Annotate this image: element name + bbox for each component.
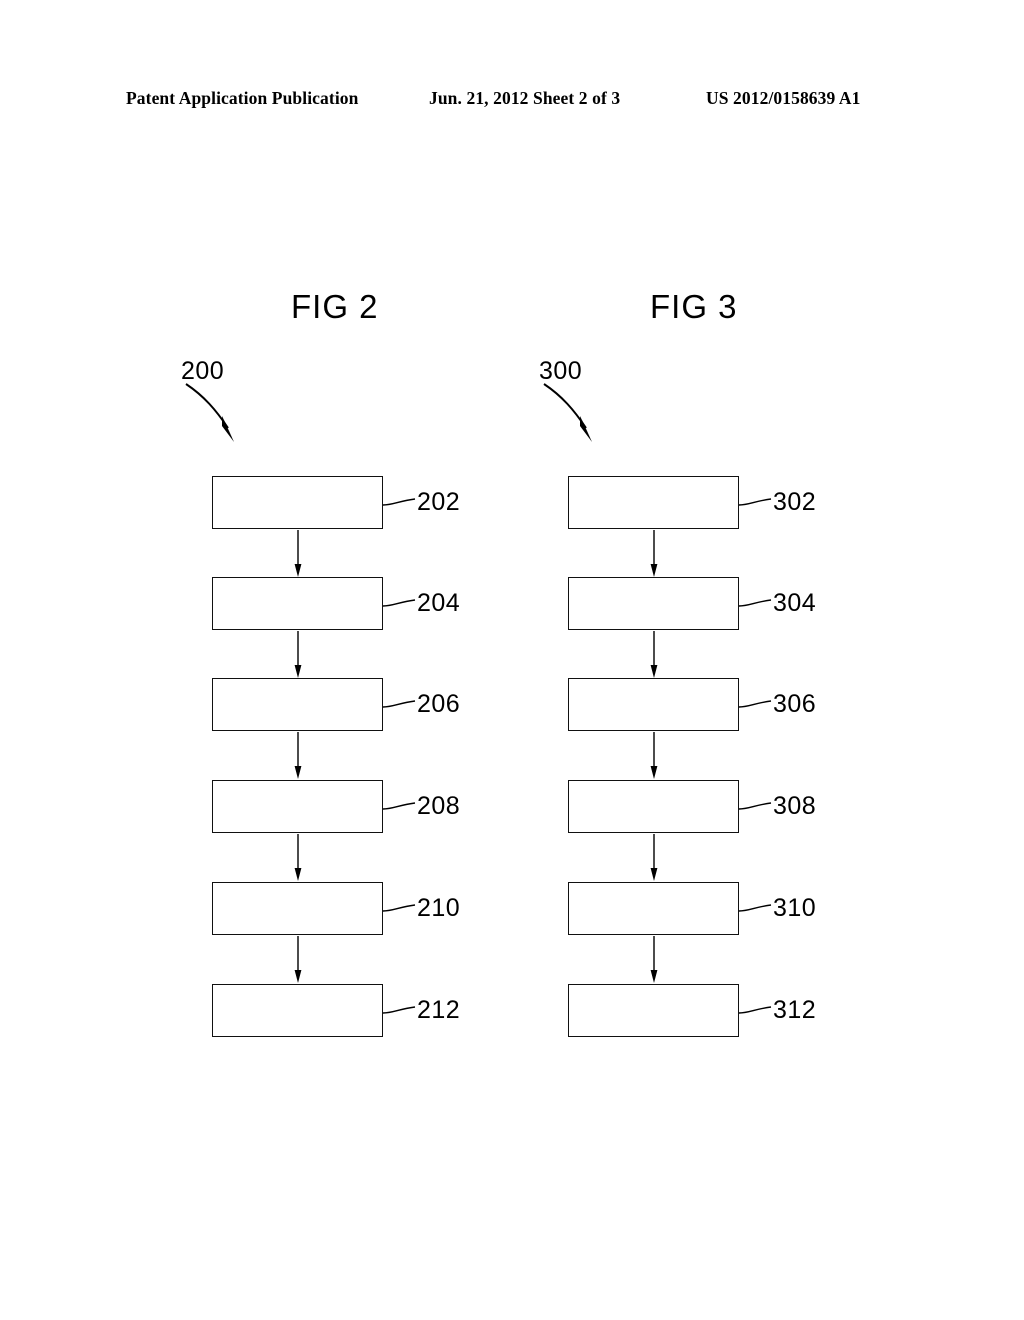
lead-line-304: [739, 599, 772, 607]
reference-number-310: 310: [773, 894, 817, 922]
process-box-204[interactable]: [212, 577, 383, 630]
figure-3-reference-label: 300: [539, 357, 583, 385]
process-box-308[interactable]: [568, 780, 739, 833]
reference-number-308: 308: [773, 792, 817, 820]
reference-number-208: 208: [417, 792, 461, 820]
publication-number: US 2012/0158639 A1: [706, 88, 861, 108]
flow-arrow-308-to-310: [650, 834, 658, 881]
figure-3-title: FIG 3: [650, 288, 738, 325]
reference-number-204: 204: [417, 589, 461, 617]
reference-number-302: 302: [773, 488, 817, 516]
flow-arrow-310-to-312: [650, 936, 658, 983]
flow-arrow-302-to-304: [650, 530, 658, 577]
lead-line-302: [739, 498, 772, 506]
figure-2-flowchart: 202 204 206 208 210 212: [212, 476, 512, 1046]
flow-arrow-306-to-308: [650, 732, 658, 779]
flow-arrow-208-to-210: [294, 834, 302, 881]
lead-line-310: [739, 904, 772, 912]
flow-arrow-210-to-212: [294, 936, 302, 983]
patent-header: Patent Application Publication Jun. 21, …: [0, 88, 1024, 118]
lead-line-204: [383, 599, 416, 607]
reference-number-212: 212: [417, 996, 461, 1024]
lead-line-308: [739, 802, 772, 810]
lead-line-208: [383, 802, 416, 810]
lead-line-312: [739, 1006, 772, 1014]
figure-2-reference-label: 200: [181, 357, 225, 385]
reference-number-304: 304: [773, 589, 817, 617]
process-box-212[interactable]: [212, 984, 383, 1037]
flow-arrow-206-to-208: [294, 732, 302, 779]
lead-line-210: [383, 904, 416, 912]
lead-line-202: [383, 498, 416, 506]
process-box-208[interactable]: [212, 780, 383, 833]
flow-arrow-202-to-204: [294, 530, 302, 577]
figure-3-reference-arrow-icon: [543, 383, 592, 442]
process-box-312[interactable]: [568, 984, 739, 1037]
process-box-202[interactable]: [212, 476, 383, 529]
reference-number-210: 210: [417, 894, 461, 922]
flow-arrow-204-to-206: [294, 631, 302, 678]
reference-number-202: 202: [417, 488, 461, 516]
figure-2-reference-arrow-icon: [185, 383, 234, 442]
publication-title: Patent Application Publication: [126, 88, 359, 108]
process-box-302[interactable]: [568, 476, 739, 529]
reference-number-206: 206: [417, 690, 461, 718]
process-box-304[interactable]: [568, 577, 739, 630]
flow-arrow-304-to-306: [650, 631, 658, 678]
process-box-306[interactable]: [568, 678, 739, 731]
process-box-210[interactable]: [212, 882, 383, 935]
process-box-206[interactable]: [212, 678, 383, 731]
figure-2-title: FIG 2: [291, 288, 379, 325]
lead-line-206: [383, 700, 416, 708]
lead-line-306: [739, 700, 772, 708]
reference-number-306: 306: [773, 690, 817, 718]
process-box-310[interactable]: [568, 882, 739, 935]
lead-line-212: [383, 1006, 416, 1014]
publication-date-sheet: Jun. 21, 2012 Sheet 2 of 3: [429, 88, 621, 108]
reference-number-312: 312: [773, 996, 817, 1024]
figure-3-flowchart: 302 304 306 308 310 312: [568, 476, 868, 1046]
